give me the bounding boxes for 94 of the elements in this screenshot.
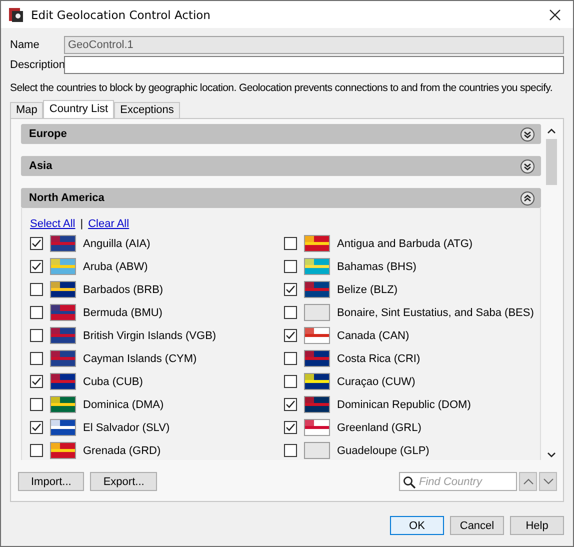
- flag-icon: [304, 235, 330, 252]
- flag-icon: [50, 258, 76, 275]
- checkbox[interactable]: [30, 260, 43, 273]
- country-label: Barbados (BRB): [83, 284, 164, 296]
- country-label: Greenland (GRL): [337, 422, 422, 434]
- section-header[interactable]: Asia: [21, 156, 541, 176]
- link[interactable]: Select All: [30, 218, 76, 230]
- flag-icon: [304, 396, 330, 413]
- checkbox[interactable]: [30, 375, 43, 388]
- flag-icon: [50, 327, 76, 344]
- country-label: Antigua and Barbuda (ATG): [337, 238, 473, 250]
- button[interactable]: Export...: [90, 472, 158, 491]
- country-label: Cayman Islands (CYM): [83, 352, 197, 364]
- window-title: Edit Geolocation Control Action: [31, 8, 212, 22]
- country-label: Bermuda (BMU): [83, 306, 162, 318]
- checkbox[interactable]: [30, 352, 43, 365]
- scroll-down-icon[interactable]: [546, 452, 556, 458]
- button[interactable]: OK: [390, 516, 444, 535]
- field-label: Name: [10, 39, 40, 51]
- flag-icon: [50, 304, 76, 321]
- button[interactable]: Help: [510, 516, 564, 535]
- flag-icon: [50, 281, 76, 298]
- flag-icon: [304, 258, 330, 275]
- checkbox[interactable]: [284, 375, 297, 388]
- tab[interactable]: Country List: [43, 100, 114, 118]
- flag-icon: [50, 396, 76, 413]
- section-title: Europe: [29, 128, 68, 140]
- country-label: Dominica (DMA): [83, 398, 164, 410]
- country-label: Guadeloupe (GLP): [337, 444, 430, 456]
- separator: |: [80, 218, 84, 230]
- flag-icon: [50, 373, 76, 390]
- flag-icon: [50, 235, 76, 252]
- flag-icon: [304, 419, 330, 436]
- expand-icon[interactable]: [520, 126, 535, 142]
- checkbox[interactable]: [30, 283, 43, 296]
- section-title: North America: [29, 192, 106, 204]
- country-label: Cuba (CUB): [83, 376, 143, 388]
- scroll-thumb[interactable]: [546, 139, 556, 185]
- country-label: British Virgin Islands (VGB): [83, 330, 216, 342]
- country-label: Grenada (GRD): [83, 444, 161, 456]
- country-label: Canada (CAN): [337, 330, 410, 342]
- checkbox[interactable]: [284, 421, 297, 434]
- checkbox[interactable]: [284, 306, 297, 319]
- flag-icon: [304, 350, 330, 367]
- caret-down-icon: [542, 478, 554, 485]
- flag-icon: [50, 350, 76, 367]
- country-label: El Salvador (SLV): [83, 422, 170, 434]
- field-label: Description: [10, 59, 64, 71]
- scroll-up-icon[interactable]: [546, 128, 556, 134]
- country-label: Bahamas (BHS): [337, 260, 416, 272]
- expand-icon[interactable]: [520, 158, 535, 174]
- checkbox[interactable]: [30, 421, 43, 434]
- app-icon: [8, 6, 24, 22]
- checkbox[interactable]: [30, 398, 43, 411]
- checkbox[interactable]: [284, 260, 297, 273]
- caret-up-icon: [522, 478, 534, 485]
- checkbox[interactable]: [284, 237, 297, 250]
- checkbox[interactable]: [284, 444, 297, 457]
- checkbox[interactable]: [284, 283, 297, 296]
- flag-icon: [50, 419, 76, 436]
- checkbox[interactable]: [284, 352, 297, 365]
- previous-button[interactable]: [519, 472, 537, 491]
- next-button[interactable]: [539, 472, 557, 491]
- collapse-icon[interactable]: [520, 190, 535, 206]
- section-header[interactable]: North America: [21, 188, 541, 208]
- tab[interactable]: Map: [10, 102, 44, 118]
- button[interactable]: Import...: [18, 472, 84, 491]
- country-label: Anguilla (AIA): [83, 238, 150, 250]
- country-label: Bonaire, Sint Eustatius, and Saba (BES): [337, 306, 534, 318]
- checkbox[interactable]: [284, 329, 297, 342]
- flag-icon: [304, 373, 330, 390]
- instruction-text: Select the countries to block by geographic location. Geolocation prevents connections to and from the countries you specify.: [10, 81, 552, 95]
- input-field[interactable]: [64, 56, 564, 74]
- flag-icon: [304, 327, 330, 344]
- section-title: Asia: [29, 160, 54, 172]
- country-label: Belize (BLZ): [337, 284, 398, 296]
- country-label: Costa Rica (CRI): [337, 352, 420, 364]
- flag-icon: [50, 442, 76, 459]
- country-label: Aruba (ABW): [83, 260, 148, 272]
- country-label: Dominican Republic (DOM): [337, 398, 471, 410]
- flag-icon: [304, 304, 330, 321]
- tab[interactable]: Exceptions: [114, 102, 180, 118]
- checkbox[interactable]: [30, 444, 43, 457]
- search-field[interactable]: Find Country: [399, 472, 517, 491]
- link[interactable]: Clear All: [88, 218, 130, 230]
- flag-icon: [304, 281, 330, 298]
- country-label: Curaçao (CUW): [337, 376, 416, 388]
- close-icon[interactable]: [549, 8, 561, 20]
- button[interactable]: Cancel: [450, 516, 504, 535]
- section-header[interactable]: Europe: [21, 124, 541, 144]
- checkbox[interactable]: [30, 306, 43, 319]
- checkbox[interactable]: [30, 329, 43, 342]
- checkbox[interactable]: [284, 398, 297, 411]
- checkbox[interactable]: [30, 237, 43, 250]
